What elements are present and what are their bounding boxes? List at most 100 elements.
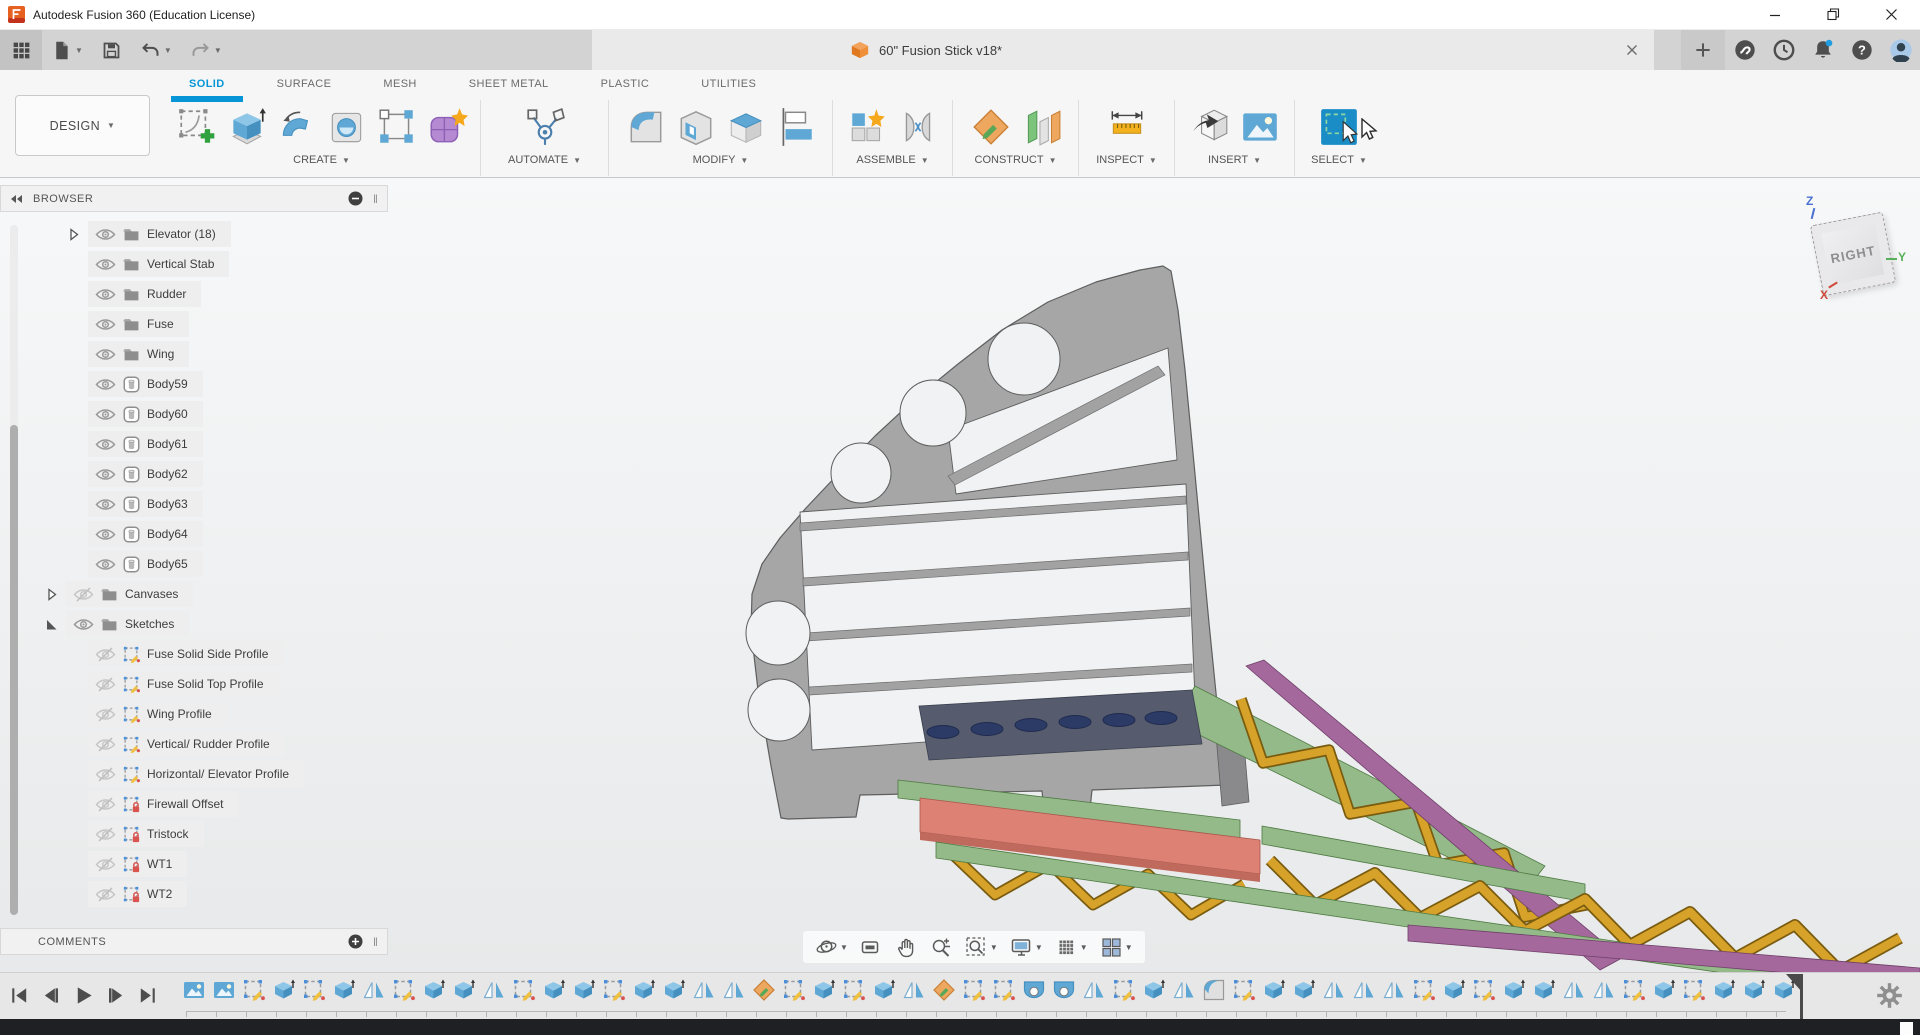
fit-button[interactable]: ▼ — [961, 936, 1002, 959]
browser-scrollbar-thumb[interactable] — [10, 425, 18, 915]
timeline-feature-extrude-13[interactable] — [542, 978, 566, 1002]
eye-hidden-icon[interactable] — [73, 587, 94, 602]
insert-button[interactable] — [1187, 104, 1233, 150]
group-label-create[interactable]: CREATE▼ — [293, 154, 350, 166]
timeline-feature-sketch-23[interactable] — [842, 978, 866, 1002]
eye-hidden-icon[interactable] — [95, 827, 116, 842]
browser-item-wing[interactable]: Wing — [0, 341, 388, 367]
timeline-feature-extrude-6[interactable] — [332, 978, 356, 1002]
timeline-feature-sketch-32[interactable] — [1112, 978, 1136, 1002]
shell-button[interactable] — [673, 104, 719, 150]
browser-item-firewall-offset[interactable]: Firewall Offset — [0, 791, 388, 817]
zoom-button[interactable] — [926, 936, 957, 959]
timeline-feature-extrude-43[interactable] — [1442, 978, 1466, 1002]
group-label-automate[interactable]: AUTOMATE▼ — [508, 154, 581, 166]
timeline-feature-mirror-7[interactable] — [362, 978, 386, 1002]
automate-button[interactable] — [522, 104, 568, 150]
eye-visible-icon[interactable] — [95, 257, 116, 272]
panel-resize-grip[interactable]: ‖ — [373, 192, 378, 206]
help-button[interactable]: ? — [1842, 30, 1881, 70]
group-label-construct[interactable]: CONSTRUCT▼ — [975, 154, 1057, 166]
hide-all-icon[interactable] — [348, 191, 363, 206]
browser-item-wing-profile[interactable]: Wing Profile — [0, 701, 388, 727]
timeline-feature-extrude-4[interactable] — [272, 978, 296, 1002]
eye-hidden-icon[interactable] — [95, 767, 116, 782]
group-label-select[interactable]: SELECT▼ — [1311, 154, 1367, 166]
browser-item-wt1[interactable]: WT1 — [0, 851, 388, 877]
browser-item-body59[interactable]: Body59 — [0, 371, 388, 397]
timeline-feature-plane-26[interactable] — [932, 978, 956, 1002]
new-tab-button[interactable] — [1681, 30, 1725, 70]
eye-visible-icon[interactable] — [95, 347, 116, 362]
save-button[interactable] — [92, 30, 131, 70]
form-button[interactable] — [424, 104, 470, 150]
timeline-feature-fillet-35[interactable] — [1202, 978, 1226, 1002]
viewports-button[interactable]: ▼ — [1096, 936, 1137, 959]
timeline-feature-extrude-16[interactable] — [632, 978, 656, 1002]
extrude-button[interactable] — [224, 104, 270, 150]
timeline-settings-gear-icon[interactable] — [1876, 982, 1903, 1009]
construct-plane-button[interactable] — [968, 104, 1014, 150]
timeline-feature-sketch-21[interactable] — [782, 978, 806, 1002]
eye-visible-icon[interactable] — [95, 407, 116, 422]
browser-item-canvases[interactable]: Canvases — [0, 581, 388, 607]
viewcube-face[interactable]: RIGHT — [1810, 212, 1896, 297]
tab-utilities[interactable]: UTILITIES — [675, 70, 782, 98]
timeline-feature-sketch-42[interactable] — [1412, 978, 1436, 1002]
browser-scrollbar[interactable] — [10, 225, 18, 915]
timeline-feature-mirror-39[interactable] — [1322, 978, 1346, 1002]
group-label-inspect[interactable]: INSPECT▼ — [1096, 154, 1157, 166]
browser-item-body62[interactable]: Body62 — [0, 461, 388, 487]
browser-item-body61[interactable]: Body61 — [0, 431, 388, 457]
close-window-button[interactable] — [1862, 0, 1920, 30]
timeline-feature-extrude-52[interactable] — [1712, 978, 1736, 1002]
browser-item-fuse-solid-top-profile[interactable]: Fuse Solid Top Profile — [0, 671, 388, 697]
layout-grid-button[interactable]: ▼ — [1051, 936, 1092, 959]
timeline-feature-extrude-24[interactable] — [872, 978, 896, 1002]
revolve-button[interactable] — [274, 104, 320, 150]
timeline-position-marker[interactable] — [1786, 974, 1812, 1019]
tab-solid[interactable]: SOLID — [163, 70, 251, 98]
eye-visible-icon[interactable] — [95, 497, 116, 512]
eye-hidden-icon[interactable] — [95, 797, 116, 812]
file-new-button[interactable]: ▼ — [42, 30, 92, 70]
timeline-feature-sketch-12[interactable] — [512, 978, 536, 1002]
timeline-feature-hole-29[interactable] — [1022, 978, 1046, 1002]
browser-item-fuse-solid-side-profile[interactable]: Fuse Solid Side Profile — [0, 641, 388, 667]
timeline-feature-sketch-5[interactable] — [302, 978, 326, 1002]
timeline-feature-mirror-48[interactable] — [1592, 978, 1616, 1002]
combine-button[interactable] — [723, 104, 769, 150]
eye-visible-icon[interactable] — [95, 317, 116, 332]
viewcube[interactable]: RIGHT Z Y X — [1798, 192, 1920, 310]
timeline-feature-mirror-34[interactable] — [1172, 978, 1196, 1002]
close-document-icon[interactable] — [1622, 40, 1642, 60]
go-to-start-button[interactable] — [6, 982, 33, 1008]
minimize-button[interactable] — [1746, 0, 1804, 30]
timeline-feature-sketch-51[interactable] — [1682, 978, 1706, 1002]
timeline-feature-sketch-3[interactable] — [242, 978, 266, 1002]
eye-hidden-icon[interactable] — [95, 647, 116, 662]
timeline-feature-sketch-28[interactable] — [992, 978, 1016, 1002]
timeline-feature-extrude-38[interactable] — [1292, 978, 1316, 1002]
browser-item-sketches[interactable]: Sketches — [0, 611, 388, 637]
display-settings-button[interactable]: ▼ — [1006, 936, 1047, 959]
browser-item-fuse[interactable]: Fuse — [0, 311, 388, 337]
eye-hidden-icon[interactable] — [95, 857, 116, 872]
timeline-feature-extrude-50[interactable] — [1652, 978, 1676, 1002]
eye-visible-icon[interactable] — [95, 437, 116, 452]
timeline-feature-extrude-10[interactable] — [452, 978, 476, 1002]
browser-item-wt2[interactable]: WT2 — [0, 881, 388, 907]
eye-visible-icon[interactable] — [95, 227, 116, 242]
tab-mesh[interactable]: MESH — [357, 70, 442, 98]
browser-item-vertical-stab[interactable]: Vertical Stab — [0, 251, 388, 277]
browser-item-rudder[interactable]: Rudder — [0, 281, 388, 307]
browser-item-tristock[interactable]: Tristock — [0, 821, 388, 847]
timeline-feature-mirror-41[interactable] — [1382, 978, 1406, 1002]
hole-button[interactable] — [324, 104, 370, 150]
browser-item-body60[interactable]: Body60 — [0, 401, 388, 427]
group-label-insert[interactable]: INSERT▼ — [1208, 154, 1261, 166]
eye-visible-icon[interactable] — [95, 287, 116, 302]
timeline-feature-sketch-44[interactable] — [1472, 978, 1496, 1002]
timeline-feature-hole-30[interactable] — [1052, 978, 1076, 1002]
comments-resize-grip[interactable]: ‖ — [373, 935, 378, 949]
